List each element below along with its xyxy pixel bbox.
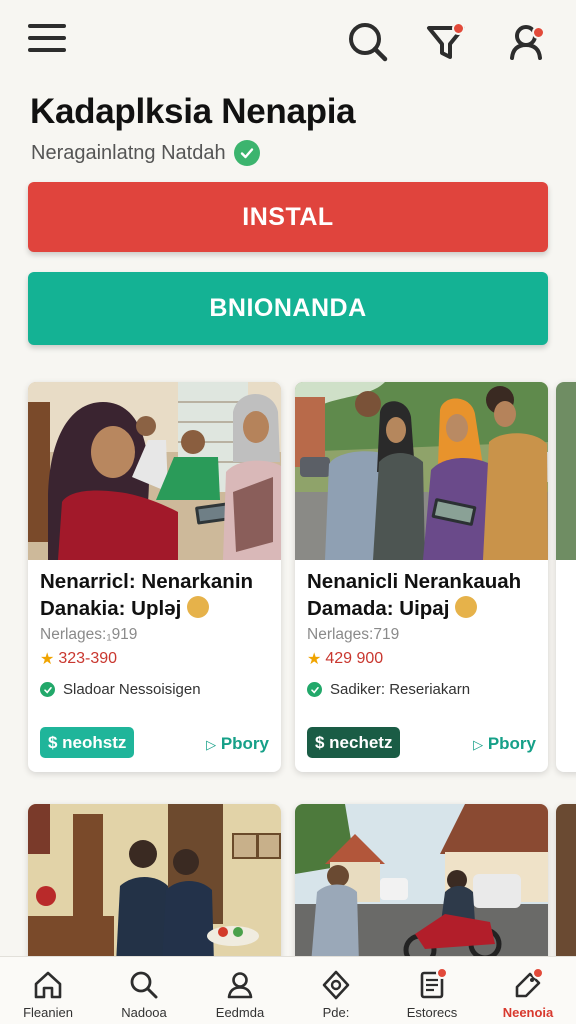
listing-link[interactable]: ▷ Pbory [206,734,269,754]
install-button[interactable]: INSTAL [28,182,548,252]
star-icon: ★ [40,651,55,668]
menu-icon[interactable] [28,24,66,58]
search-icon [130,971,158,999]
listing-meta: Nerlages:₁919 [40,626,138,643]
star-icon: ★ [307,651,322,668]
listing-price: ★ 323-390 [40,649,117,669]
price-value: 323-390 [58,650,118,667]
bottom-navigation: Fleanien Nadooa Eedmda Pde: Estorecs Nee… [0,956,576,1024]
verified-icon [233,140,260,166]
nav-notes[interactable]: Estorecs [384,957,480,1024]
account-icon[interactable] [505,20,549,64]
seller-name: Sadiker: Reseriakarn [330,681,471,698]
listing-link[interactable]: ▷ Pbory [473,734,536,754]
chevron-right-icon: ▷ [206,737,217,752]
listing-card[interactable] [28,804,281,964]
nav-label: Pde: [322,1005,350,1020]
listing-title: Nenanicli Nerankauah Damada: Uipaj [307,570,522,620]
listing-card-peek[interactable] [556,382,576,772]
top-bar [0,0,576,84]
nav-label: Fleanien [23,1005,73,1020]
notification-dot [436,967,448,979]
notification-dot [532,967,544,979]
developer-name: Neragainlatng Natdah [31,141,226,164]
notification-dot [532,26,545,39]
secondary-action-button[interactable]: BNIONANDA [28,272,548,345]
nav-label: Nadooa [121,1005,167,1020]
emoji-icon [455,596,478,618]
listing-price: ★ 429 900 [307,649,383,669]
listing-photo [295,382,548,560]
nav-profile[interactable]: Eedmda [192,957,288,1024]
listing-card[interactable]: Nenarricl: Nenarkanin Danakia: Uplǝj Ner… [28,382,281,772]
listing-meta: Nerlages:719 [307,626,400,643]
check-icon [307,682,322,697]
chevron-right-icon: ▷ [473,737,484,752]
listing-photo [28,804,281,964]
nav-search[interactable]: Nadooa [96,957,192,1024]
price-badge[interactable]: $ nechetz [307,727,401,758]
listing-photo [556,804,576,964]
listing-card-peek[interactable] [556,804,576,964]
emoji-icon [186,596,209,618]
filter-icon[interactable] [424,20,468,64]
ticket-icon [322,970,350,1000]
nav-label: Eedmda [215,1005,265,1020]
nav-tags[interactable]: Neenoia [480,957,576,1024]
listing-photo [28,382,281,560]
seller-name: Sladoar Nessoisigen [63,681,201,698]
nav-tickets[interactable]: Pde: [288,957,384,1024]
notification-dot [452,22,465,35]
listing-card[interactable] [295,804,548,964]
nav-label: Estorecs [406,1005,458,1020]
listing-seller: Sadiker: Reseriakarn [307,681,470,698]
nav-label: Neenoia [502,1005,554,1020]
check-icon [40,682,55,697]
price-badge[interactable]: $ neohstz [40,727,135,758]
app-title: Kadaplksia Nenapia [30,92,356,131]
app-subtitle: Neragainlatng Natdah [31,140,260,166]
listing-photo [556,382,576,560]
listing-seller: Sladoar Nessoisigen [40,681,201,698]
listing-title: Nenarricl: Nenarkanin Danakia: Uplǝj [40,570,254,620]
price-value: 429 900 [325,650,384,667]
profile-icon [227,972,253,999]
link-label: Pbory [220,734,269,753]
home-icon [34,971,62,999]
nav-home[interactable]: Fleanien [0,957,96,1024]
link-label: Pbory [487,734,536,753]
listing-photo [295,804,548,964]
listing-card[interactable]: Nenanicli Nerankauah Damada: Uipaj Nerla… [295,382,548,772]
search-icon[interactable] [346,20,390,64]
